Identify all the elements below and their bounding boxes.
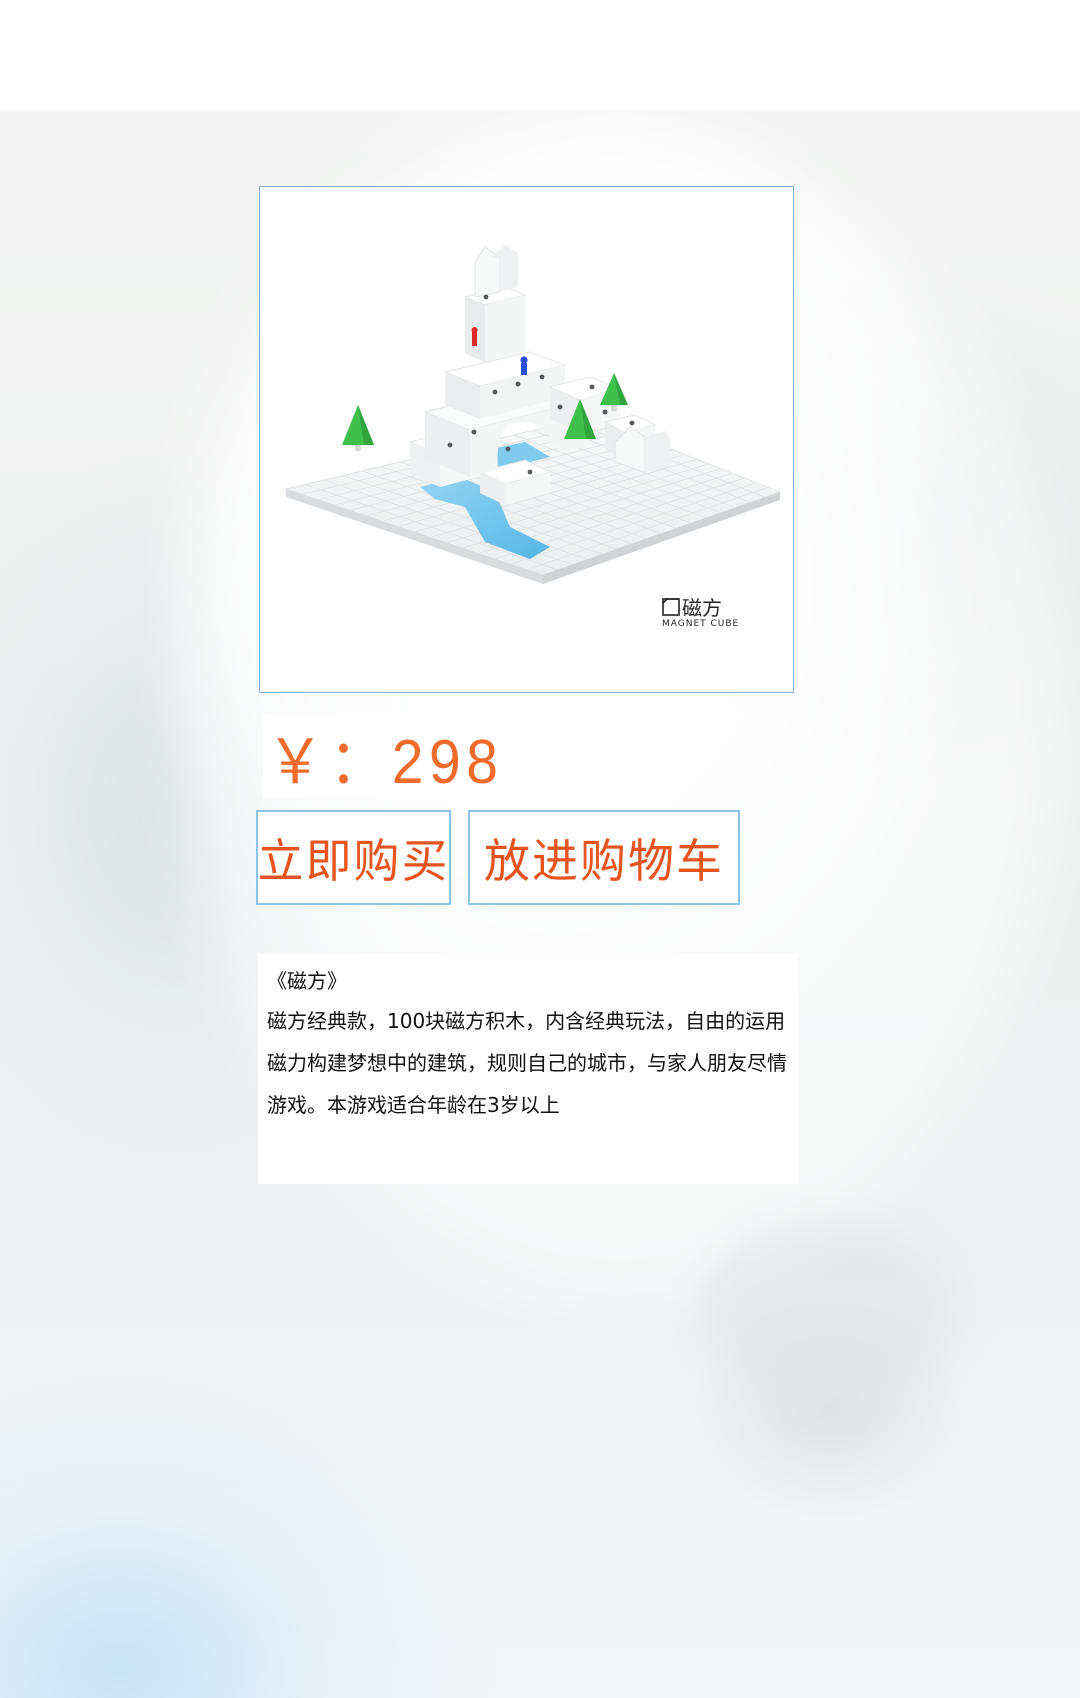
product-image[interactable]: 磁方 MAGNET CUBE (259, 186, 794, 693)
background-blob (700, 1220, 960, 1400)
description-title: 《磁方》 (267, 969, 347, 993)
brand-logo-subtext: MAGNET CUBE (662, 619, 740, 629)
buy-now-button[interactable]: 立即购买 (256, 810, 451, 905)
description-body: 磁方经典款，100块磁方积木，内含经典玩法，自由的运用磁力构建梦想中的建筑，规则… (267, 1009, 787, 1117)
price-value: ￥：298 (266, 728, 504, 797)
product-description: 《磁方》 磁方经典款，100块磁方积木，内含经典玩法，自由的运用磁力构建梦想中的… (258, 954, 798, 1184)
price-tag: ￥：298 (263, 715, 534, 797)
brand-logo (662, 598, 680, 616)
add-to-cart-button[interactable]: 放进购物车 (468, 810, 740, 905)
brand-logo-text: 磁方 (682, 596, 722, 620)
